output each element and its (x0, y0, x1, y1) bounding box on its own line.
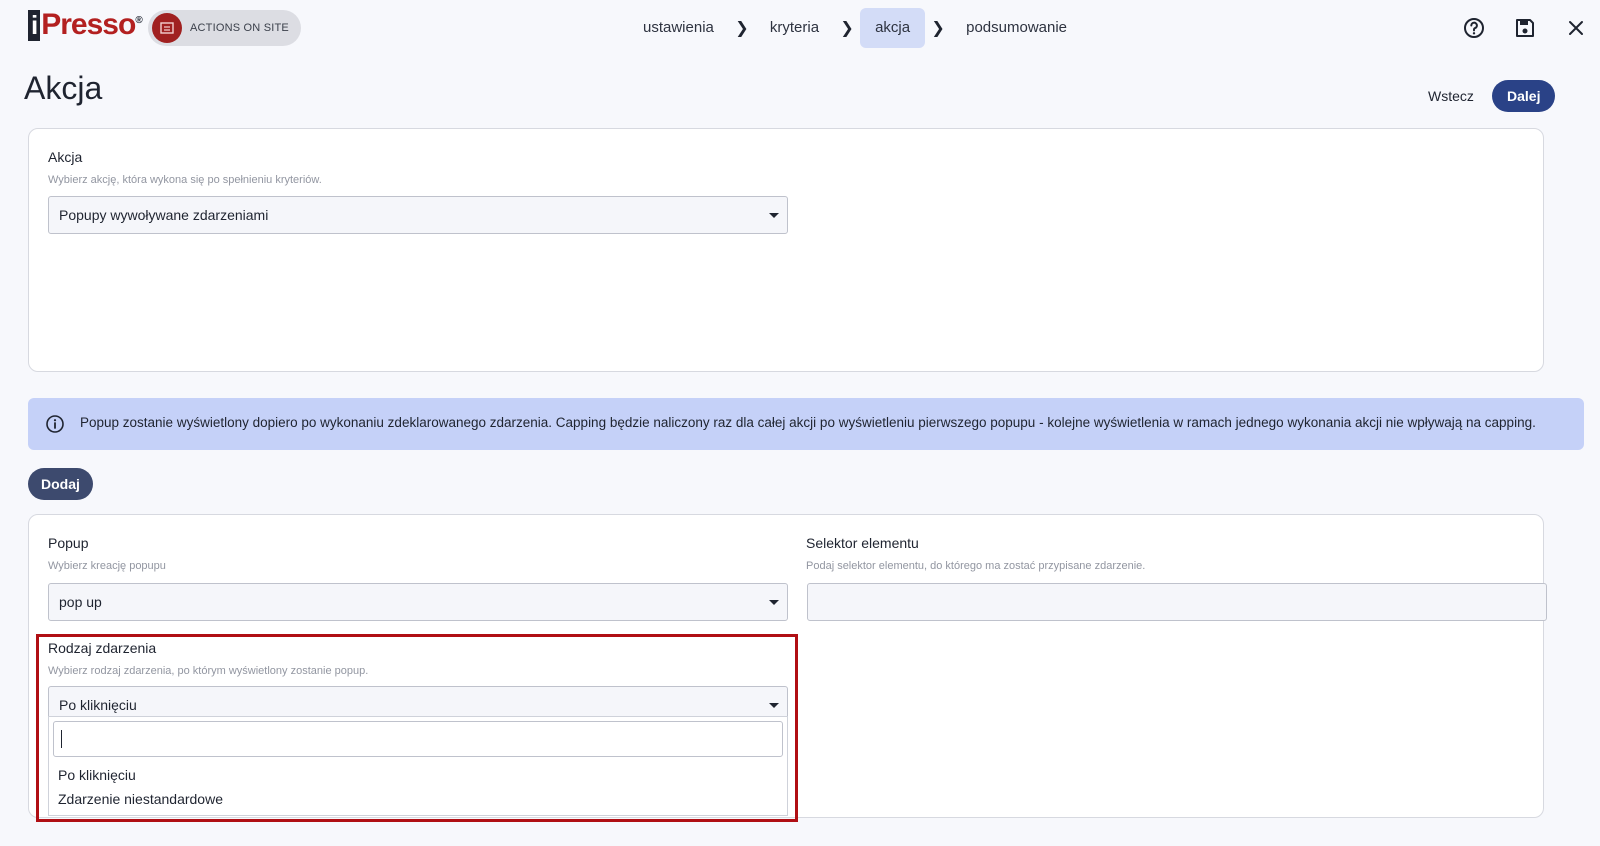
info-icon (45, 414, 65, 434)
popup-select[interactable]: pop up (48, 583, 788, 621)
logo-text: Presso (41, 8, 136, 41)
step-kryteria[interactable]: kryteria (755, 8, 834, 48)
close-icon[interactable] (1564, 16, 1588, 40)
action-select-value: Popupy wywoływane zdarzeniami (59, 207, 269, 223)
logo-mark: i (28, 10, 41, 41)
help-icon[interactable] (1462, 16, 1486, 40)
save-icon[interactable] (1513, 16, 1537, 40)
selector-hint: Podaj selektor elementu, do którego ma z… (806, 560, 1146, 572)
back-button[interactable]: Wstecz (1414, 80, 1488, 112)
page-title: Akcja (24, 70, 103, 106)
caret-down-icon (769, 600, 779, 605)
module-badge: ACTIONS ON SITE (148, 10, 301, 46)
highlight-frame (36, 634, 798, 822)
popup-label: Popup (48, 535, 89, 551)
action-select[interactable]: Popupy wywoływane zdarzeniami (48, 196, 788, 234)
info-text: Popup zostanie wyświetlony dopiero po wy… (80, 415, 1536, 430)
step-ustawienia[interactable]: ustawienia (628, 8, 729, 48)
info-banner: Popup zostanie wyświetlony dopiero po wy… (28, 398, 1584, 450)
next-button[interactable]: Dalej (1492, 80, 1556, 112)
actions-on-site-icon (152, 13, 182, 43)
selector-input[interactable] (807, 583, 1547, 621)
popup-select-value: pop up (59, 594, 102, 610)
action-label: Akcja (48, 149, 83, 165)
selector-label: Selektor elementu (806, 535, 919, 551)
chevron-right-icon: ❯ (840, 20, 854, 37)
chevron-right-icon: ❯ (735, 20, 749, 37)
action-hint: Wybierz akcję, która wykona się po spełn… (48, 174, 322, 186)
module-badge-label: ACTIONS ON SITE (190, 22, 289, 34)
caret-down-icon (769, 213, 779, 218)
add-button[interactable]: Dodaj (28, 468, 93, 500)
wizard-steps: ustawienia ❯ kryteria ❯ akcja ❯ podsumow… (628, 8, 1082, 48)
popup-hint: Wybierz kreację popupu (48, 560, 166, 572)
logo-reg-mark: ® (135, 15, 142, 26)
ipresso-logo: i Presso® (28, 8, 143, 42)
chevron-right-icon: ❯ (931, 20, 945, 37)
step-akcja[interactable]: akcja (860, 8, 926, 48)
top-bar: i Presso® ACTIONS ON SITE ustawienia ❯ kr… (0, 0, 1600, 56)
step-podsumowanie[interactable]: podsumowanie (951, 8, 1082, 48)
action-card: Akcja Wybierz akcję, która wykona się po… (28, 128, 1544, 372)
